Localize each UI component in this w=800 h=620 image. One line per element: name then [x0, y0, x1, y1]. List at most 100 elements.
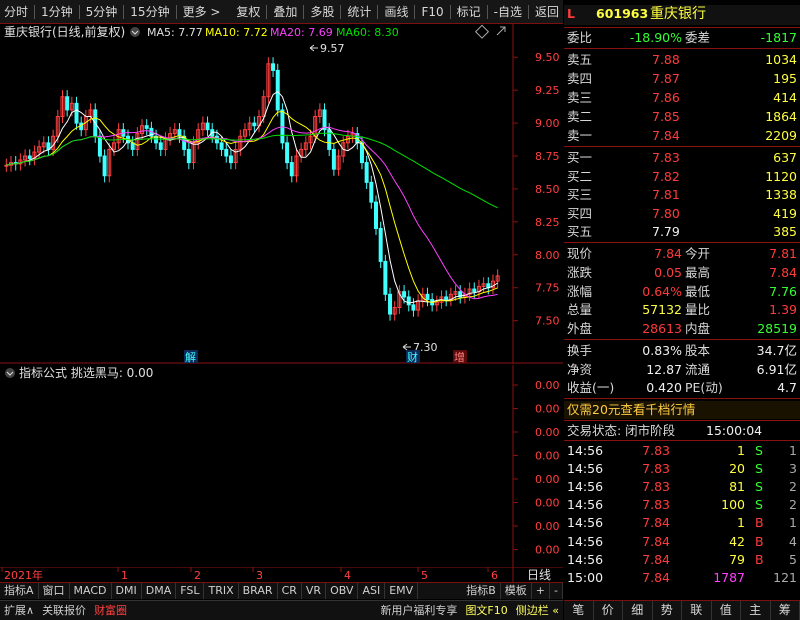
tab-5min[interactable]: 5分钟 — [82, 3, 122, 20]
indicator-tab[interactable]: MACD — [70, 583, 112, 599]
candle-body — [102, 155, 107, 177]
indicator-tab[interactable]: - — [550, 583, 563, 599]
indicator-tab[interactable]: DMA — [142, 583, 177, 599]
arrow-icon[interactable] — [496, 26, 506, 36]
indicator-tab[interactable]: 模板 — [501, 583, 532, 599]
kline-chart[interactable]: 9.50 9.25 9.00 8.75 8.50 8.25 8.00 7.75 7.50 重庆银… — [0, 24, 563, 364]
candle-body — [285, 142, 290, 164]
tab-minute[interactable]: 分时 — [0, 3, 32, 20]
stock-code: 601963 — [596, 6, 649, 21]
quote-tab[interactable]: 细 — [623, 601, 653, 620]
btn-fuquan[interactable]: 复权 — [232, 3, 264, 20]
stat-row: 外盘 28613 内盘 28519 — [567, 321, 797, 337]
new-user-link[interactable]: 新用户福利专享 — [376, 601, 461, 620]
related-quotes-button[interactable]: 关联报价 — [38, 601, 90, 620]
y-tick-label: 9.50 — [535, 51, 560, 64]
tab-more[interactable]: 更多 > — [179, 3, 225, 20]
btn-watchlist[interactable]: -自选 — [490, 3, 526, 20]
tick-row: 14:56 7.83 100 S 2 — [567, 497, 797, 513]
indicator-tab[interactable]: 窗口 — [39, 583, 70, 599]
candle-body — [406, 296, 411, 306]
event-marker-zeng[interactable]: 增 — [453, 350, 467, 364]
collapse-icon[interactable] — [5, 368, 15, 378]
indicator-tab[interactable]: EMV — [385, 583, 419, 599]
candle-body — [186, 148, 191, 164]
indicator-title: 指标公式 挑选黑马: 0.00 — [19, 365, 153, 380]
indicator-tick-label: 0.00 — [535, 497, 560, 510]
tab-15min[interactable]: 15分钟 — [126, 3, 173, 20]
collapse-icon[interactable] — [130, 27, 140, 37]
quote-tab[interactable]: 笔 — [564, 601, 594, 620]
bottom-bar: 扩展∧ 关联报价 财富圈 新用户福利专享 图文F10 侧边栏 « — [0, 600, 563, 620]
indicator-tab[interactable]: BRAR — [239, 583, 278, 599]
indicator-tick-label: 0.00 — [535, 544, 560, 557]
expand-button[interactable]: 扩展∧ — [0, 601, 38, 620]
promo-banner[interactable]: 仅需20元查看千档行情 — [564, 401, 800, 419]
indicator-tab[interactable]: DMI — [112, 583, 142, 599]
indicator-tabs: 指标A 窗口 MACD DMI DMA FSL TRIX BRAR CR VR OBV ASI EMV 指… — [0, 582, 563, 599]
quote-tab[interactable]: 值 — [712, 601, 741, 620]
candle-body — [74, 102, 79, 124]
sidebar-toggle[interactable]: 侧边栏 « — [512, 601, 563, 620]
x-axis-label: 3 — [256, 569, 263, 582]
btn-multi[interactable]: 多股 — [306, 3, 338, 20]
tick-row: 14:56 7.84 42 B 4 — [567, 533, 797, 549]
candle-body — [402, 291, 407, 298]
btn-draw[interactable]: 画线 — [380, 3, 412, 20]
indicator-tab[interactable]: CR — [278, 583, 302, 599]
y-tick-label: 8.25 — [535, 216, 560, 229]
btn-mark[interactable]: 标记 — [453, 3, 485, 20]
candle-body — [97, 135, 102, 157]
tick-row: 14:56 7.83 1 S 1 — [567, 443, 797, 458]
fortune-circle-button[interactable]: 财富圈 — [90, 601, 131, 620]
fundamental-row: 净资 12.87 流通 6.91亿 — [567, 361, 797, 377]
quote-tab[interactable]: 联 — [682, 601, 712, 620]
indicator-tab[interactable]: FSL — [176, 583, 205, 599]
svg-text:增: 增 — [454, 350, 465, 364]
indicator-tab[interactable]: OBV — [326, 583, 359, 599]
candle-body — [364, 162, 369, 183]
x-axis-label: 2 — [194, 569, 201, 582]
svg-text:财: 财 — [407, 350, 418, 364]
btn-f10[interactable]: F10 — [417, 5, 447, 19]
indicator-tab[interactable]: + — [532, 583, 551, 599]
ask-row: 卖一 7.84 2209 — [567, 128, 797, 143]
settings-icon[interactable] — [474, 24, 490, 39]
indicator-tab[interactable]: VR — [302, 583, 327, 599]
indicator-tab[interactable]: 指标B — [462, 583, 501, 599]
indicator-tab[interactable]: 指标A — [0, 583, 39, 599]
flag-icon: L — [567, 6, 575, 21]
event-marker-jie[interactable]: 解 — [184, 350, 198, 364]
ma20-label: MA20: 7.69 — [270, 26, 333, 39]
period-label: 日线 — [527, 568, 551, 582]
quote-panel: L 601963 重庆银行 委比 -18.90% 委差 -1817 卖五 7.88… — [564, 0, 800, 620]
btn-overlay[interactable]: 叠加 — [269, 3, 301, 20]
fundamental-row: 换手 0.83% 股本 34.7亿 — [567, 343, 797, 358]
candle-body — [252, 122, 257, 127]
indicator-tick-label: 0.00 — [535, 403, 560, 416]
candle-body — [275, 69, 280, 111]
stat-row: 总量 57132 量比 1.39 — [567, 302, 797, 318]
indicator-panel[interactable]: 0.00 0.00 0.00 0.00 0.00 0.00 0.00 0.00 指标公式 挑选… — [0, 365, 563, 567]
btn-back[interactable]: 返回 — [531, 3, 563, 20]
tab-1min[interactable]: 1分钟 — [37, 3, 77, 20]
indicator-tick-label: 0.00 — [535, 450, 560, 463]
quote-tab[interactable]: 主 — [741, 601, 771, 620]
candle-body — [425, 293, 430, 301]
btn-stats[interactable]: 统计 — [343, 3, 375, 20]
x-axis-label: 2021年 — [4, 568, 43, 582]
quote-tab[interactable]: 筹 — [771, 601, 800, 620]
quote-tab[interactable]: 价 — [594, 601, 623, 620]
x-axis-label: 1 — [121, 569, 128, 582]
candle-body — [158, 142, 163, 150]
indicator-tick-label: 0.00 — [535, 379, 560, 392]
indicator-tab[interactable]: TRIX — [204, 583, 239, 599]
quote-tab[interactable]: 势 — [653, 601, 682, 620]
ask-row: 卖三 7.86 414 — [567, 90, 797, 105]
candle-body — [219, 142, 224, 150]
indicator-tick-label: 0.00 — [535, 473, 560, 486]
x-axis: 2021年 1 2 3 4 5 6 日线 — [0, 567, 563, 582]
event-marker-cai[interactable]: 财 — [406, 350, 420, 364]
indicator-tab[interactable]: ASI — [358, 583, 386, 599]
f10-link[interactable]: 图文F10 — [461, 601, 511, 620]
